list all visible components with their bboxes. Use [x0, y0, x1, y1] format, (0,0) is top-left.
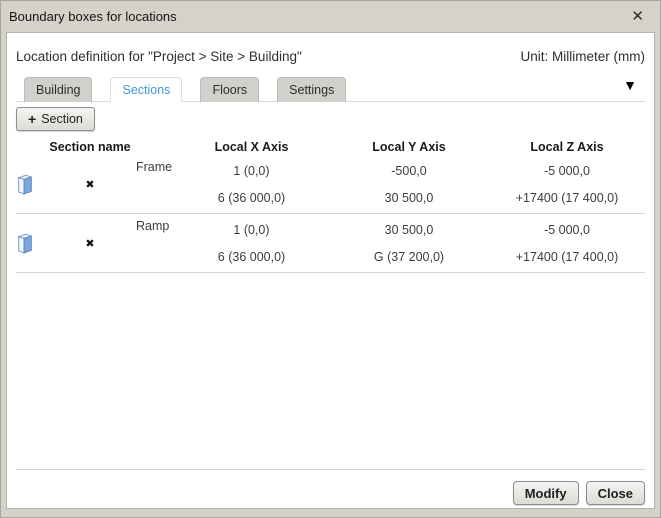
section-name: Frame [136, 157, 174, 174]
close-icon[interactable]: ✕ [627, 7, 648, 26]
tab-floors-label: Floors [212, 83, 247, 97]
section-name: Ramp [136, 216, 174, 233]
unit-label: Unit: Millimeter (mm) [521, 49, 646, 64]
plus-icon: + [28, 112, 36, 126]
tab-strip: Building Sections Floors Settings ▼ [16, 77, 645, 102]
x-axis-max[interactable]: 6 (36 000,0) [174, 250, 329, 264]
tab-sections[interactable]: Sections [110, 77, 182, 102]
tab-building[interactable]: Building [24, 77, 92, 102]
col-header-local-z: Local Z Axis [489, 140, 645, 154]
col-header-local-y: Local Y Axis [329, 140, 489, 154]
add-section-button[interactable]: + Section [16, 107, 95, 131]
title-bar: Boundary boxes for locations ✕ [1, 1, 660, 31]
tab-sections-label: Sections [122, 83, 170, 97]
tab-floors[interactable]: Floors [200, 77, 259, 102]
z-axis-max[interactable]: +17400 (17 400,0) [489, 191, 645, 205]
chevron-down-icon[interactable]: ▼ [623, 78, 637, 92]
y-axis-max[interactable]: 30 500,0 [329, 191, 489, 205]
section-box-icon [16, 172, 44, 196]
add-section-label: Section [41, 112, 83, 126]
section-box-icon [16, 231, 44, 255]
y-axis-min[interactable]: 30 500,0 [329, 223, 489, 237]
tab-settings[interactable]: Settings [277, 77, 346, 102]
col-header-section-name: Section name [44, 140, 136, 154]
close-button[interactable]: Close [586, 481, 645, 505]
dialog-content: Location definition for "Project > Site … [6, 32, 655, 509]
z-axis-min[interactable]: -5 000,0 [489, 164, 645, 178]
col-header-local-x: Local X Axis [174, 140, 329, 154]
delete-section-icon[interactable]: ✖ [44, 237, 136, 250]
sections-table: Section name Local X Axis Local Y Axis L… [16, 139, 645, 273]
tab-building-label: Building [36, 83, 80, 97]
definition-header: Location definition for "Project > Site … [16, 49, 645, 64]
table-row: Ramp ✖ 1 (0,0) 30 500,0 -5 000,0 6 (36 0… [16, 214, 645, 273]
x-axis-min[interactable]: 1 (0,0) [174, 164, 329, 178]
section-toolbar: + Section [16, 107, 645, 131]
tab-settings-label: Settings [289, 83, 334, 97]
box-3d-icon [16, 172, 34, 196]
dialog-window: Boundary boxes for locations ✕ Location … [0, 0, 661, 518]
window-title: Boundary boxes for locations [9, 9, 177, 24]
x-axis-min[interactable]: 1 (0,0) [174, 223, 329, 237]
delete-section-icon[interactable]: ✖ [44, 178, 136, 191]
table-header-row: Section name Local X Axis Local Y Axis L… [16, 139, 645, 155]
footer-divider [16, 469, 645, 470]
box-3d-icon [16, 231, 34, 255]
y-axis-max[interactable]: G (37 200,0) [329, 250, 489, 264]
y-axis-min[interactable]: -500,0 [329, 164, 489, 178]
z-axis-min[interactable]: -5 000,0 [489, 223, 645, 237]
table-row: Frame ✖ 1 (0,0) -500,0 -5 000,0 6 (36 00… [16, 155, 645, 214]
footer-buttons: Modify Close [16, 481, 645, 505]
x-axis-max[interactable]: 6 (36 000,0) [174, 191, 329, 205]
modify-button[interactable]: Modify [513, 481, 579, 505]
location-definition-label: Location definition for "Project > Site … [16, 49, 302, 64]
z-axis-max[interactable]: +17400 (17 400,0) [489, 250, 645, 264]
